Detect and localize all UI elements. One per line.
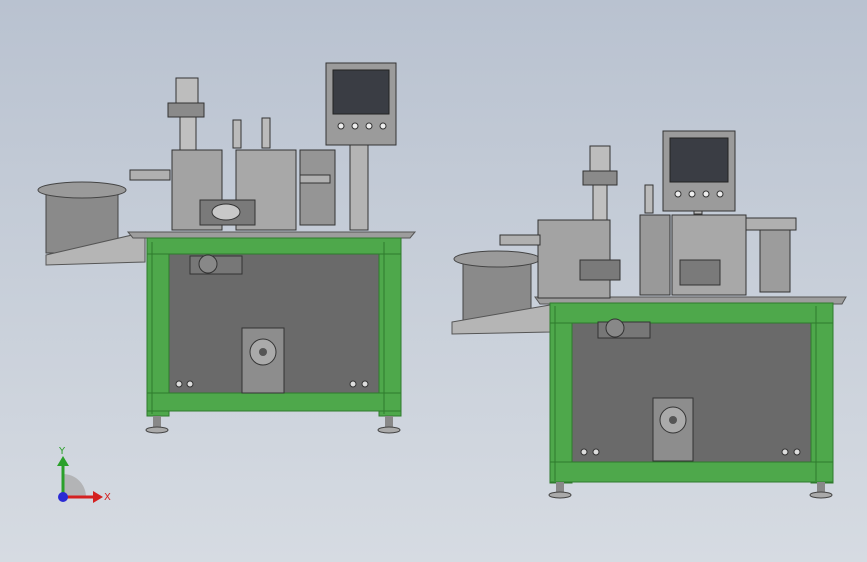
y-axis-label: Y <box>58 446 66 457</box>
bowl-feeder-left <box>37 181 146 266</box>
hmi-panel-left[interactable] <box>325 62 397 146</box>
machine-model-right[interactable] <box>451 130 847 499</box>
top-plate-left <box>126 231 417 239</box>
bowl-feeder-right <box>451 250 551 335</box>
press-assembly-right <box>499 145 797 299</box>
hmi-panel-right[interactable] <box>662 130 736 212</box>
cad-viewport[interactable]: Y X <box>0 0 867 562</box>
view-orientation-triad[interactable]: Y X <box>57 446 111 503</box>
x-axis-label: X <box>104 492 111 503</box>
model-scene[interactable]: Y X <box>0 0 867 562</box>
machine-model-left[interactable] <box>37 62 417 434</box>
z-axis-origin-icon <box>58 492 68 502</box>
